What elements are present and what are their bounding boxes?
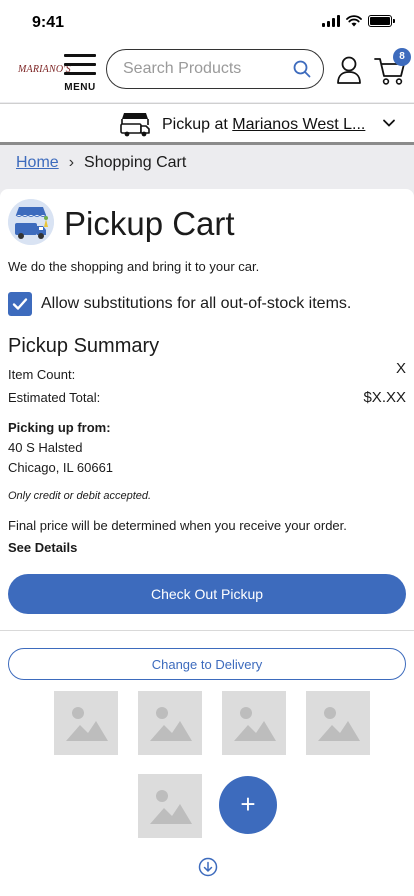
product-thumbnail[interactable] <box>222 691 286 755</box>
signal-icon <box>322 15 340 27</box>
breadcrumb: Home › Shopping Cart <box>16 154 186 172</box>
cart-tagline: We do the shopping and bring it to your … <box>8 259 260 274</box>
checkout-pickup-button[interactable]: Check Out Pickup <box>8 574 406 614</box>
status-bar: 9:41 <box>0 0 414 44</box>
image-placeholder-icon <box>54 691 118 755</box>
pickup-address-line1: 40 S Halsted <box>8 440 83 455</box>
account-icon[interactable] <box>336 56 362 84</box>
chevron-down-icon[interactable] <box>382 118 396 128</box>
add-items-button[interactable]: + <box>219 776 277 834</box>
pickup-address-line2: Chicago, IL 60661 <box>8 460 114 475</box>
pickup-cart-card: Pickup Cart We do the shopping and bring… <box>0 189 414 896</box>
substitutions-label: Allow substitutions for all out-of-stock… <box>41 295 352 312</box>
pickup-from-label: Picking up from: <box>8 420 111 435</box>
page-title: Pickup Cart <box>64 205 235 242</box>
search-input[interactable] <box>123 58 283 80</box>
estimated-total-label: Estimated Total: <box>8 390 101 405</box>
store-name[interactable]: Marianos West L... <box>232 116 365 133</box>
status-icons <box>322 15 395 27</box>
search-box[interactable] <box>106 49 324 89</box>
status-time: 9:41 <box>32 14 65 31</box>
image-placeholder-icon <box>306 691 370 755</box>
menu-icon-line <box>64 63 96 66</box>
pickup-store-text: Pickup at Marianos West L... <box>162 116 365 134</box>
wifi-icon <box>346 15 362 27</box>
item-count-value: X <box>395 360 406 377</box>
menu-icon-line <box>64 72 96 75</box>
breadcrumb-current: Shopping Cart <box>84 154 187 171</box>
product-thumbnail[interactable] <box>54 691 118 755</box>
product-thumbnail[interactable] <box>138 691 202 755</box>
pickup-cart-avatar <box>8 199 54 245</box>
item-count-label: Item Count: <box>8 367 76 382</box>
checkmark-icon <box>12 298 28 310</box>
pickup-truck-icon <box>120 113 150 137</box>
menu-icon <box>64 54 96 57</box>
change-to-delivery-button[interactable]: Change to Delivery <box>8 648 406 680</box>
payment-note: Only credit or debit accepted. <box>8 490 152 502</box>
scroll-down-icon[interactable] <box>198 857 218 877</box>
image-placeholder-icon <box>138 774 202 838</box>
see-details-link[interactable]: See Details <box>8 540 77 555</box>
cart-count-badge: 8 <box>393 48 411 66</box>
image-placeholder-icon <box>138 691 202 755</box>
substitutions-checkbox[interactable] <box>8 292 32 316</box>
breadcrumb-separator: › <box>68 154 75 171</box>
estimated-total-value: $X.XX <box>363 389 406 406</box>
product-thumbnail[interactable] <box>306 691 370 755</box>
final-price-note: Final price will be determined when you … <box>8 518 347 533</box>
pickup-store-selector[interactable]: Pickup at Marianos West L... <box>0 103 414 145</box>
plus-icon: + <box>240 789 256 819</box>
search-icon[interactable] <box>293 60 311 78</box>
menu-button[interactable]: MENU <box>62 52 98 93</box>
pickup-summary-title: Pickup Summary <box>8 335 160 357</box>
image-placeholder-icon <box>222 691 286 755</box>
pickup-van-icon <box>8 199 54 245</box>
app-header: MARIANO'S MENU 8 <box>0 44 414 102</box>
menu-label: MENU <box>64 82 96 93</box>
battery-icon <box>368 15 395 27</box>
pickup-prefix: Pickup at <box>162 116 233 133</box>
divider <box>0 630 414 631</box>
breadcrumb-home-link[interactable]: Home <box>16 154 59 172</box>
substitutions-option[interactable]: Allow substitutions for all out-of-stock… <box>8 292 351 316</box>
product-thumbnail[interactable] <box>138 774 202 838</box>
